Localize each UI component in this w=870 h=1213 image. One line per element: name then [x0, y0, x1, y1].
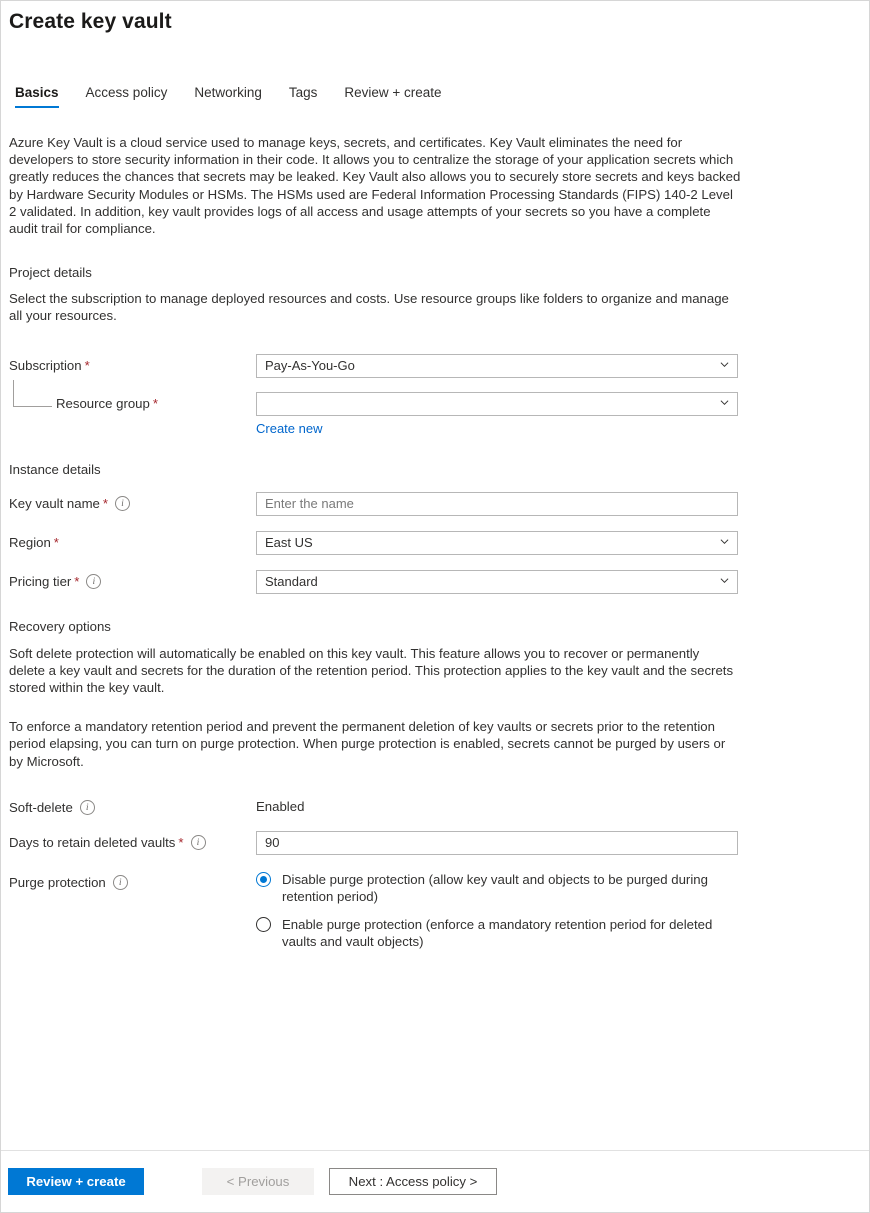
region-label-text: Region: [9, 535, 51, 550]
key-vault-name-row: Key vault name * i Enter the name: [1, 492, 869, 516]
key-vault-name-placeholder: Enter the name: [265, 496, 354, 511]
pricing-tier-label-text: Pricing tier: [9, 574, 71, 589]
page-content: Create key vault Basics Access policy Ne…: [1, 1, 869, 1150]
tab-access-policy[interactable]: Access policy: [86, 85, 168, 108]
project-details-description: Select the subscription to manage deploy…: [9, 290, 731, 324]
chevron-down-icon: [720, 398, 729, 407]
pricing-tier-dropdown[interactable]: Standard: [256, 570, 738, 594]
wizard-footer: Review + create < Previous Next : Access…: [1, 1150, 869, 1212]
soft-delete-field: Enabled: [256, 796, 738, 814]
pricing-tier-value: Standard: [265, 574, 318, 589]
key-vault-name-input[interactable]: Enter the name: [256, 492, 738, 516]
purge-protection-row: Purge protection i Disable purge protect…: [1, 871, 869, 961]
create-new-resource-group-link[interactable]: Create new: [256, 421, 322, 436]
radio-mark-icon: [256, 917, 271, 932]
chevron-down-icon: [720, 537, 729, 546]
soft-delete-label-text: Soft-delete: [9, 800, 73, 815]
chevron-down-icon: [720, 576, 729, 585]
days-to-retain-row: Days to retain deleted vaults * i 90: [1, 831, 869, 855]
region-field: East US: [256, 531, 738, 555]
resource-group-dropdown[interactable]: [256, 392, 738, 416]
subscription-label-text: Subscription: [9, 358, 82, 373]
subscription-label: Subscription *: [9, 354, 256, 373]
days-to-retain-field: 90: [256, 831, 738, 855]
instance-details-heading: Instance details: [9, 462, 869, 477]
region-required-asterisk: *: [54, 535, 59, 550]
subscription-dropdown[interactable]: Pay-As-You-Go: [256, 354, 738, 378]
days-to-retain-label-text: Days to retain deleted vaults: [9, 835, 175, 850]
recovery-paragraph-1: Soft delete protection will automaticall…: [9, 645, 735, 697]
resource-group-required-asterisk: *: [153, 396, 158, 411]
page-title: Create key vault: [9, 10, 869, 34]
info-icon[interactable]: i: [86, 574, 101, 589]
intro-description: Azure Key Vault is a cloud service used …: [9, 134, 741, 237]
resource-group-label-text: Resource group: [56, 396, 150, 411]
radio-enable-purge-protection[interactable]: Enable purge protection (enforce a manda…: [256, 916, 738, 951]
resource-group-field: Create new: [256, 392, 738, 438]
chevron-down-icon: [720, 360, 729, 369]
resource-group-label: Resource group *: [9, 392, 256, 411]
pricing-tier-required-asterisk: *: [74, 574, 79, 589]
review-create-button[interactable]: Review + create: [8, 1168, 144, 1195]
region-label: Region *: [9, 531, 256, 550]
key-vault-name-required-asterisk: *: [103, 496, 108, 511]
purge-protection-radio-group: Disable purge protection (allow key vaul…: [256, 871, 738, 961]
tab-networking[interactable]: Networking: [194, 85, 262, 108]
create-key-vault-page: Create key vault Basics Access policy Ne…: [0, 0, 870, 1213]
key-vault-name-field: Enter the name: [256, 492, 738, 516]
days-to-retain-input[interactable]: 90: [256, 831, 738, 855]
info-icon[interactable]: i: [113, 875, 128, 890]
purge-protection-label-text: Purge protection: [9, 875, 106, 890]
radio-disable-purge-protection[interactable]: Disable purge protection (allow key vaul…: [256, 871, 738, 906]
subscription-required-asterisk: *: [85, 358, 90, 373]
soft-delete-label: Soft-delete i: [9, 796, 256, 815]
days-to-retain-value: 90: [265, 835, 279, 850]
subscription-field: Pay-As-You-Go: [256, 354, 738, 378]
key-vault-name-label-text: Key vault name: [9, 496, 100, 511]
project-details-heading: Project details: [9, 265, 869, 280]
radio-mark-icon: [256, 872, 271, 887]
soft-delete-value: Enabled: [256, 796, 738, 814]
subscription-value: Pay-As-You-Go: [265, 358, 355, 373]
region-dropdown[interactable]: East US: [256, 531, 738, 555]
info-icon[interactable]: i: [115, 496, 130, 511]
wizard-tabs: Basics Access policy Networking Tags Rev…: [15, 78, 869, 108]
subscription-row: Subscription * Pay-As-You-Go: [1, 354, 869, 378]
soft-delete-row: Soft-delete i Enabled: [1, 796, 869, 815]
pricing-tier-row: Pricing tier * i Standard: [1, 570, 869, 594]
days-to-retain-required-asterisk: *: [178, 835, 183, 850]
next-access-policy-button[interactable]: Next : Access policy >: [329, 1168, 497, 1195]
pricing-tier-field: Standard: [256, 570, 738, 594]
key-vault-name-label: Key vault name * i: [9, 492, 256, 511]
region-row: Region * East US: [1, 531, 869, 555]
days-to-retain-label: Days to retain deleted vaults * i: [9, 831, 256, 850]
recovery-paragraph-2: To enforce a mandatory retention period …: [9, 718, 735, 770]
recovery-options-heading: Recovery options: [9, 619, 869, 634]
resource-group-row: Resource group * Create new: [1, 392, 869, 438]
info-icon[interactable]: i: [80, 800, 95, 815]
tab-review-create[interactable]: Review + create: [344, 85, 441, 108]
tab-tags[interactable]: Tags: [289, 85, 318, 108]
purge-protection-label: Purge protection i: [9, 871, 256, 890]
radio-disable-purge-protection-label: Disable purge protection (allow key vaul…: [282, 871, 738, 906]
info-icon[interactable]: i: [191, 835, 206, 850]
radio-enable-purge-protection-label: Enable purge protection (enforce a manda…: [282, 916, 738, 951]
previous-button: < Previous: [202, 1168, 314, 1195]
pricing-tier-label: Pricing tier * i: [9, 570, 256, 589]
region-value: East US: [265, 535, 313, 550]
tab-basics[interactable]: Basics: [15, 85, 59, 108]
